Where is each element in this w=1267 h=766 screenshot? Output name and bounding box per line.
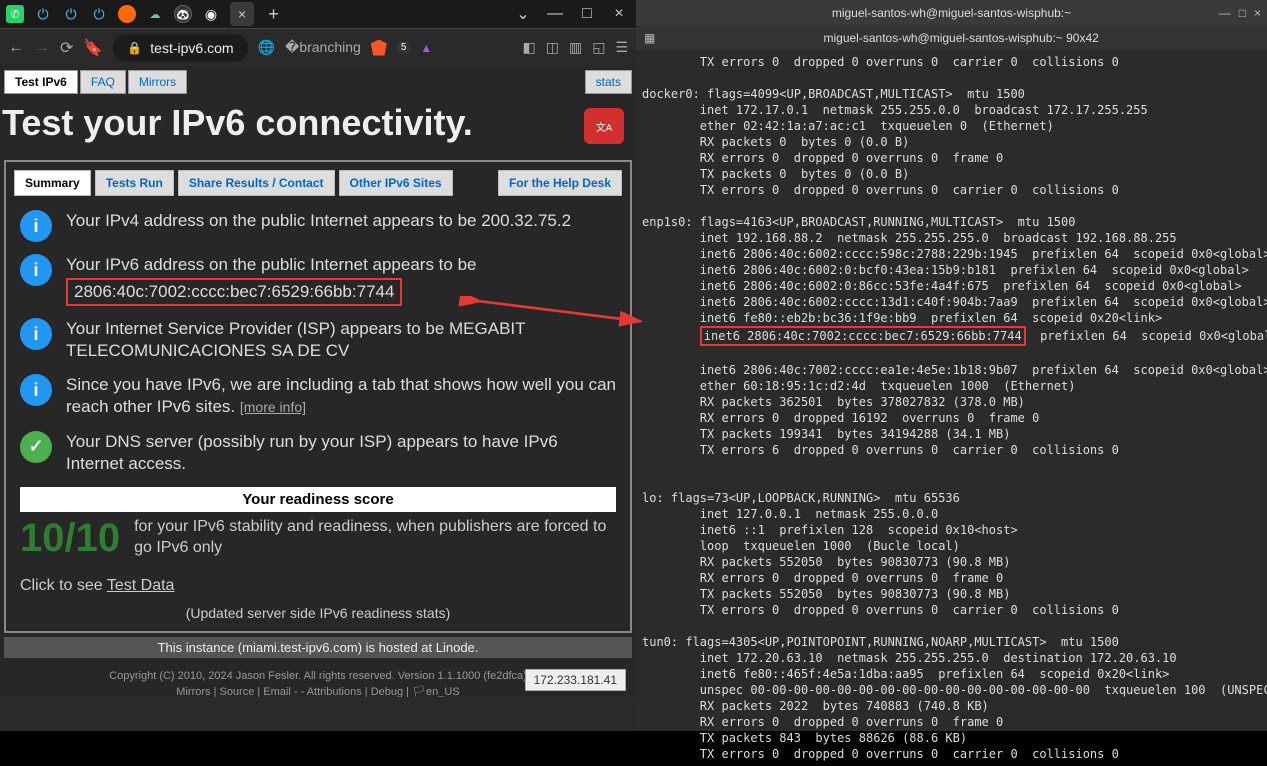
os-titlebar: ✆ ⏻ ⏻ ⏻ ☁ 🐼 ◉ × + ⌄ — □ × xyxy=(0,0,636,28)
updated-note: (Updated server side IPv6 readiness stat… xyxy=(6,601,630,625)
minimize-button[interactable]: — xyxy=(1219,6,1231,20)
isp-row: i Your Internet Service Provider (ISP) a… xyxy=(6,312,630,368)
reload-button[interactable]: ⟳ xyxy=(60,38,73,58)
test-data-row: Click to see Test Data xyxy=(6,561,630,601)
readiness-text: for your IPv6 stability and readiness, w… xyxy=(134,517,616,559)
info-icon: i xyxy=(20,318,52,350)
translate-badge-icon[interactable]: 文A xyxy=(584,108,624,144)
address-bar: ← → ⟳ 🔖 🔒 test-ipv6.com 🌐 �branching 5 ▲… xyxy=(0,28,636,66)
brave-shield-icon[interactable] xyxy=(371,40,387,56)
tab-faq[interactable]: FAQ xyxy=(80,70,126,94)
dns-row: Your DNS server (possibly run by your IS… xyxy=(6,425,630,481)
wifi-icon[interactable]: ⏻ xyxy=(34,5,52,23)
tab-mirrors[interactable]: Mirrors xyxy=(128,70,187,94)
tab-stats[interactable]: stats xyxy=(585,70,632,94)
maximize-button[interactable]: □ xyxy=(576,5,598,23)
ipv4-row: i Your IPv4 address on the public Intern… xyxy=(6,204,630,248)
github-icon[interactable]: ◉ xyxy=(202,5,220,23)
linode-note: This instance (miami.test-ipv6.com) is h… xyxy=(4,637,632,658)
terminal-window: miguel-santos-wh@miguel-santos-wisphub:~… xyxy=(636,0,1267,731)
subtab-other-sites[interactable]: Other IPv6 Sites xyxy=(339,170,453,196)
page-nav-tabs: Test IPv6 FAQ Mirrors stats xyxy=(0,66,636,94)
ipv6-tab-note-row: i Since you have IPv6, we are including … xyxy=(6,368,630,424)
menu-icon[interactable]: ☰ xyxy=(615,39,628,56)
info-icon: i xyxy=(20,254,52,286)
results-subtabs: Summary Tests Run Share Results / Contac… xyxy=(6,162,630,204)
panda-icon[interactable]: 🐼 xyxy=(174,5,192,23)
subtab-share[interactable]: Share Results / Contact xyxy=(178,170,335,196)
maximize-button[interactable]: □ xyxy=(1239,6,1246,20)
terminal-title: miguel-santos-wh@miguel-santos-wisphub:~ xyxy=(832,6,1071,20)
ipv4-label: Your IPv4 address on the public Internet… xyxy=(66,211,476,230)
url-text: test-ipv6.com xyxy=(150,40,233,56)
wallet-icon[interactable]: ◫ xyxy=(546,39,559,56)
translate-icon[interactable]: 🌐 xyxy=(258,39,275,56)
check-icon xyxy=(20,431,52,463)
info-icon: i xyxy=(20,210,52,242)
page-title: Test your IPv6 connectivity. xyxy=(0,94,636,160)
grid-icon[interactable]: ▦ xyxy=(644,31,655,45)
subtab-help-desk[interactable]: For the Help Desk xyxy=(498,170,622,196)
tab-test-ipv6[interactable]: Test IPv6 xyxy=(4,70,78,94)
wifi-icon-2[interactable]: ⏻ xyxy=(62,5,80,23)
terminal-tabline: ▦ miguel-santos-wh@miguel-santos-wisphub… xyxy=(636,26,1267,50)
ipv6-row: i Your IPv6 address on the public Intern… xyxy=(6,248,630,312)
caret-down-icon[interactable]: ⌄ xyxy=(512,4,534,24)
tab-note-text: Since you have IPv6, we are including a … xyxy=(66,375,616,416)
page-content: Test IPv6 FAQ Mirrors stats 文A Test your… xyxy=(0,66,636,697)
subtab-summary[interactable]: Summary xyxy=(14,170,91,196)
test-data-link[interactable]: Test Data xyxy=(107,577,175,594)
readiness-score: 10/10 xyxy=(20,516,120,561)
tab-close-button[interactable]: × xyxy=(230,2,254,26)
whatsapp-icon[interactable]: ✆ xyxy=(6,5,24,23)
sidebar-icon[interactable]: ▥ xyxy=(569,39,582,56)
results-panel: Summary Tests Run Share Results / Contac… xyxy=(4,160,632,633)
server-ip-badge: 172.233.181.41 xyxy=(525,669,626,691)
terminal-titlebar: miguel-santos-wh@miguel-santos-wisphub:~… xyxy=(636,0,1267,26)
readiness-score-row: 10/10 for your IPv6 stability and readin… xyxy=(6,516,630,561)
url-input[interactable]: 🔒 test-ipv6.com xyxy=(113,34,247,62)
extension-icon[interactable]: ◧ xyxy=(523,39,536,56)
ipv6-label: Your IPv6 address on the public Internet… xyxy=(66,254,476,276)
readiness-header: Your readiness score xyxy=(20,487,616,512)
cloud-icon[interactable]: ☁ xyxy=(146,5,164,23)
browser-window: ✆ ⏻ ⏻ ⏻ ☁ 🐼 ◉ × + ⌄ — □ × ← → ⟳ 🔖 🔒 test… xyxy=(0,0,636,731)
minimize-button[interactable]: — xyxy=(544,5,566,23)
new-tab-button[interactable]: + xyxy=(264,0,283,29)
close-button[interactable]: × xyxy=(1254,6,1261,20)
isp-text: Your Internet Service Provider (ISP) app… xyxy=(66,318,616,362)
shield-count: 5 xyxy=(397,41,411,54)
close-button[interactable]: × xyxy=(608,5,630,23)
back-button[interactable]: ← xyxy=(8,39,24,57)
testdata-prefix: Click to see xyxy=(20,577,107,594)
app-icon-orange[interactable] xyxy=(118,5,136,23)
wifi-icon-3[interactable]: ⏻ xyxy=(90,5,108,23)
subtab-tests-run[interactable]: Tests Run xyxy=(95,170,174,196)
ipv6-highlighted-value: 2806:40c:7002:cccc:bec7:6529:66bb:7744 xyxy=(66,278,402,306)
app-icon[interactable]: ◱ xyxy=(592,39,605,56)
more-info-link[interactable]: [more info] xyxy=(240,399,306,415)
bookmark-icon[interactable]: 🔖 xyxy=(83,38,103,58)
info-icon: i xyxy=(20,374,52,406)
forward-button: → xyxy=(34,39,50,57)
reward-icon[interactable]: ▲ xyxy=(420,41,432,55)
dns-text: Your DNS server (possibly run by your IS… xyxy=(66,431,616,475)
share-icon[interactable]: �branching xyxy=(285,39,361,56)
terminal-tab-title: miguel-santos-wh@miguel-santos-wisphub:~… xyxy=(824,31,1099,45)
ipv4-value: 200.32.75.2 xyxy=(481,211,571,230)
terminal-output[interactable]: TX errors 0 dropped 0 overruns 0 carrier… xyxy=(636,50,1267,766)
lock-icon: 🔒 xyxy=(127,41,142,55)
